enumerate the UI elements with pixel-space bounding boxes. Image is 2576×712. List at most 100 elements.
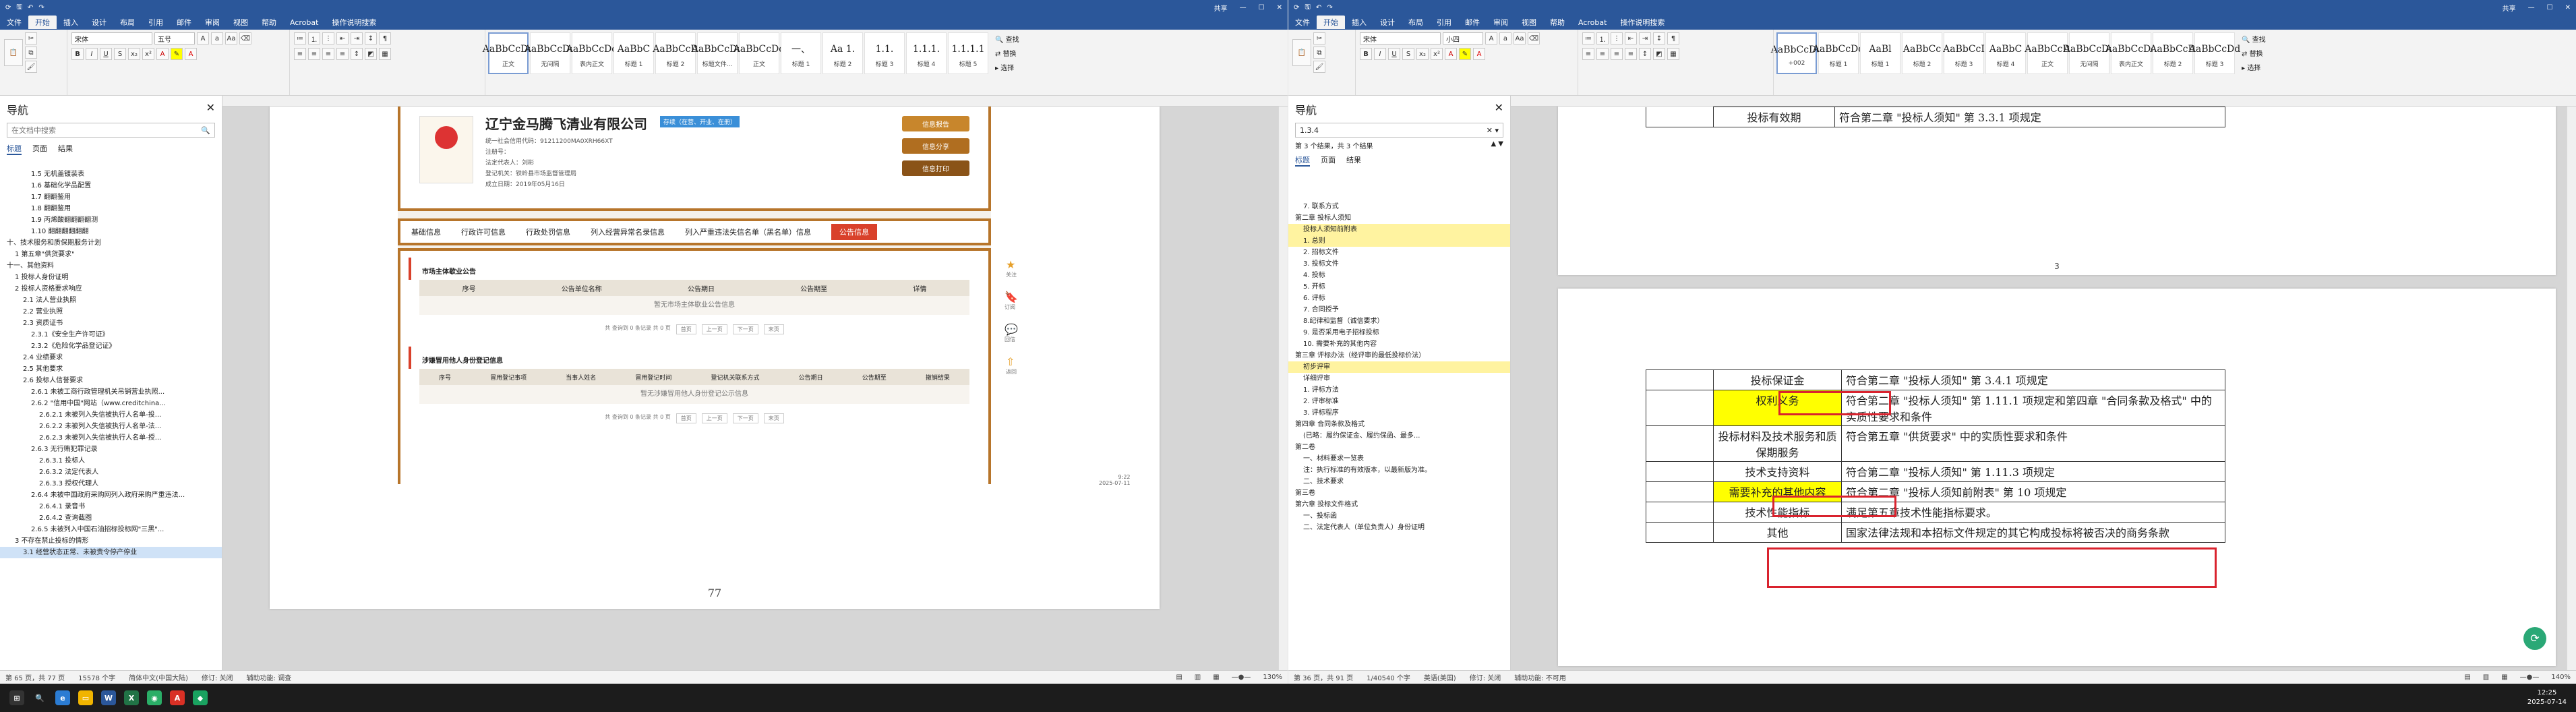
pager-button[interactable]: 上一页 [701,413,727,423]
tell-me-search[interactable]: 操作说明搜索 [1613,16,1671,29]
nav-tab-results[interactable]: 结果 [58,143,73,155]
subscribe-button[interactable]: 🔖 订阅 [1005,291,1018,311]
nav-heading-item[interactable]: 2. 招标文件 [1288,247,1510,258]
nav-heading-item[interactable]: 2.3 资质证书 [0,318,222,329]
nav-heading-item[interactable]: 10. 需要补充的其他内容 [1288,338,1510,350]
zoom-level[interactable]: 130% [1263,674,1282,681]
nav-heading-item[interactable]: 二、法定代表人（单位负责人）身份证明 [1288,522,1510,533]
nav-close-icon[interactable]: ✕ [1495,101,1503,117]
nav-heading-item[interactable]: 7. 合同授予 [1288,304,1510,316]
italic-icon[interactable]: I [1374,48,1386,60]
read-mode-icon[interactable]: ▤ [1176,674,1182,681]
nav-heading-item[interactable]: 3 不存在禁止投标的情形 [0,535,222,547]
undo-icon[interactable]: ↶ [28,4,33,11]
tab-basic-info[interactable]: 基础信息 [411,227,441,237]
style-item[interactable]: AaBbCcDd 无间隔 [2064,32,2115,74]
justify-icon[interactable]: ≡ [1625,48,1637,60]
tab-design[interactable]: 设计 [85,16,113,29]
nav-heading-item[interactable]: 2.5 其他要求 [0,363,222,375]
nav-tab-pages[interactable]: 页面 [32,143,47,155]
nav-heading-item[interactable]: 2.6.4.1 录音书 [0,501,222,512]
nav-heading-item[interactable]: 1.8 翻翻鉴用 [0,203,222,214]
pager-button[interactable]: 上一页 [701,324,727,334]
align-left-icon[interactable]: ≡ [294,48,306,60]
borders-icon[interactable]: ▦ [379,48,391,60]
clear-search-icon[interactable]: ✕ ▾ [1487,126,1499,135]
tab-design[interactable]: 设计 [1373,16,1402,29]
nav-heading-item[interactable]: 2.4 业绩要求 [0,352,222,363]
assistant-icon[interactable]: ⟳ [2523,627,2546,650]
style-item[interactable]: AaBbCcDd +002 [1771,32,1822,74]
nav-heading-item[interactable]: 2.6.1 未被工商行政管理机关吊销营业执照... [0,386,222,398]
grow-font-icon[interactable]: A [197,32,209,44]
nav-search-input[interactable]: 1.3.4 ✕ ▾ [1295,123,1503,138]
superscript-icon[interactable]: x² [142,48,154,60]
start-icon[interactable]: ⊞ [9,690,24,705]
tab-penalty-info[interactable]: 行政处罚信息 [526,227,570,237]
tab-home[interactable]: 开始 [28,16,57,29]
text-effects-icon[interactable]: A [156,48,169,60]
nav-heading-item[interactable]: 2.6 投标人信誉要求 [0,375,222,386]
style-item[interactable]: AaBbCcDd 标题 1 [1813,32,1864,74]
nav-heading-item[interactable]: 十、技术服务和质保期服务计划 [0,237,222,249]
nav-heading-item[interactable]: 1.5 无机盖镀装表 [0,169,222,180]
nav-heading-item[interactable]: 第三卷 [1288,487,1510,499]
pager-button[interactable]: 下一页 [732,324,758,334]
paste-icon[interactable]: 📋 [4,39,23,66]
save-icon[interactable]: 🖫 [16,2,22,13]
nav-heading-item[interactable]: 2 投标人资格要求响应 [0,283,222,295]
read-mode-icon[interactable]: ▤ [2464,674,2470,681]
wechat-icon[interactable]: ◉ [147,690,162,705]
grow-font-icon[interactable]: A [1485,32,1497,44]
browser-icon[interactable]: e [55,690,70,705]
style-item[interactable]: AaBbCcDd 标题 3 [2189,32,2240,74]
share-button[interactable]: 共享 [2503,3,2516,13]
style-item[interactable]: AaBbCc 标题 2 [1902,32,1942,74]
language[interactable]: 英语(美国) [1424,672,1456,682]
nav-heading-item[interactable]: 2.6.3.2 法定代表人 [0,467,222,478]
nav-tab-results[interactable]: 结果 [1346,154,1361,167]
increase-indent-icon[interactable]: ⇥ [1639,32,1651,44]
close-icon[interactable]: ✕ [2565,4,2571,11]
nav-search-input[interactable]: 在文档中搜索 🔍 [7,123,215,138]
multilevel-icon[interactable]: ⋮ [322,32,334,44]
style-item[interactable]: AaBbCcD 标题 2 [2150,32,2196,74]
tab-mailings[interactable]: 邮件 [170,16,198,29]
nav-heading-item[interactable]: 1.10 翻翻翻翻翻翻 [0,226,222,237]
numbering-icon[interactable]: ⒈ [308,32,320,44]
align-center-icon[interactable]: ≡ [308,48,320,60]
system-clock[interactable]: 12:25 2025-07-14 [2527,688,2567,707]
share-info-button[interactable]: 信息分享 [902,138,969,154]
track-changes[interactable]: 修订: 关闭 [1470,672,1501,682]
borders-icon[interactable]: ▦ [1667,48,1679,60]
line-spacing-icon[interactable]: ↕ [1639,48,1651,60]
print-layout-icon[interactable]: ▥ [1195,674,1201,681]
autosave-icon[interactable]: ⟳ [1294,4,1299,11]
style-item[interactable]: AaBl 标题 1 [1860,32,1900,74]
nav-heading-item[interactable]: 3.1 经营状态正常、未被责令停产停业 [0,547,222,558]
minimize-icon[interactable]: — [1240,4,1247,11]
nav-close-icon[interactable]: ✕ [206,101,215,117]
underline-icon[interactable]: U [1388,48,1400,60]
nav-tab-headings[interactable]: 标题 [1295,154,1310,167]
nav-heading-item[interactable]: 2.6.2 "信用中国"网站（www.creditchina... [0,398,222,409]
tell-me-search[interactable]: 操作说明搜索 [325,16,383,29]
clear-format-icon[interactable]: ⌫ [1528,32,1540,44]
subscript-icon[interactable]: x₂ [128,48,140,60]
save-icon[interactable]: 🖫 [1305,2,1311,13]
style-item[interactable]: AaBbCcDd 表内正文 [566,32,618,74]
tab-review[interactable]: 审阅 [198,16,227,29]
pdf-icon[interactable]: A [170,690,185,705]
change-case-icon[interactable]: Aa [225,32,237,44]
maximize-icon[interactable]: ☐ [1259,4,1265,11]
follow-button[interactable]: ★ 关注 [1006,258,1017,278]
tab-references[interactable]: 引用 [1430,16,1458,29]
nav-heading-item[interactable]: 详细评审 [1288,373,1510,384]
nav-tab-pages[interactable]: 页面 [1321,154,1336,167]
select-button[interactable]: ▸ 选择 [2242,62,2266,72]
print-layout-icon[interactable]: ▥ [2483,674,2489,681]
vertical-scrollbar[interactable] [2567,107,2576,670]
nav-heading-item[interactable]: 2.6.4.2 查询截图 [0,512,222,524]
align-left-icon[interactable]: ≡ [1582,48,1594,60]
bold-icon[interactable]: B [1360,48,1372,60]
